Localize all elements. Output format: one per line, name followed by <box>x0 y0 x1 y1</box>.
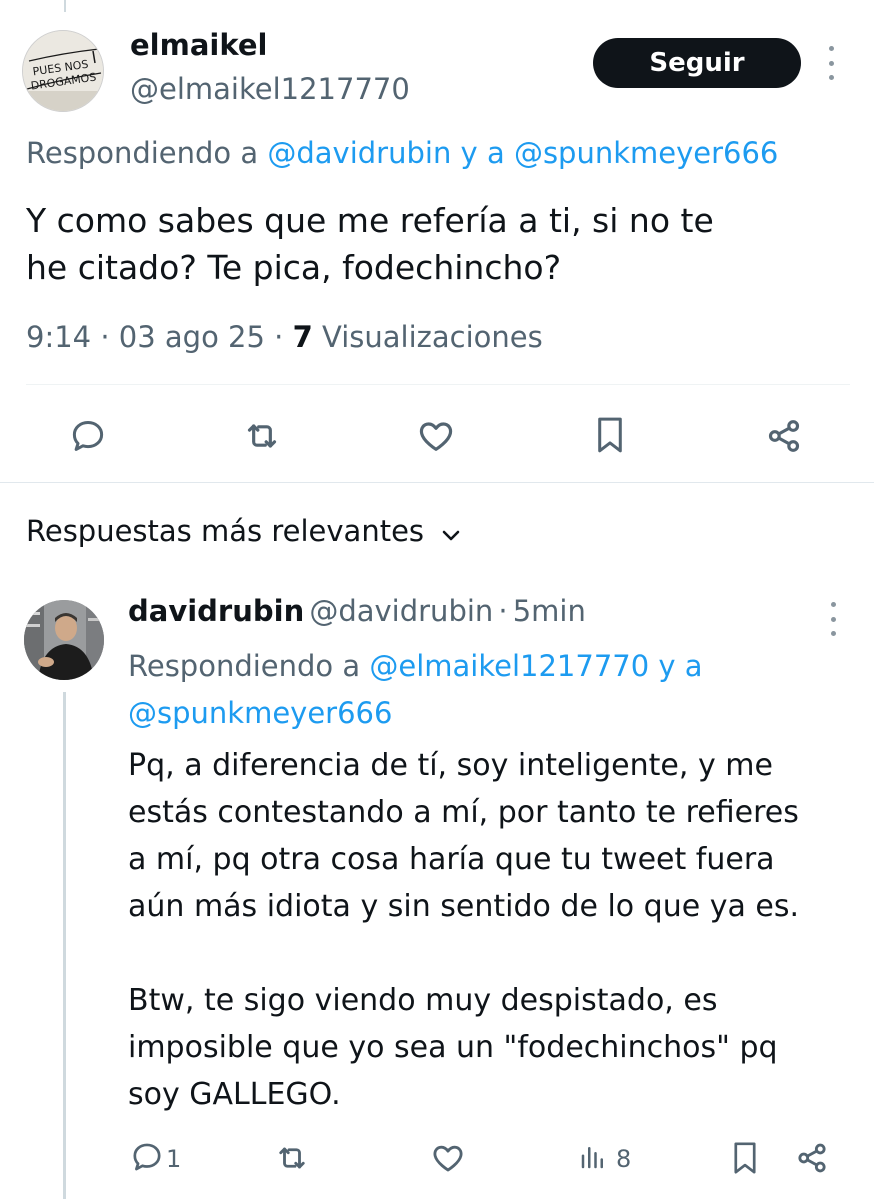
tweet-date[interactable]: 03 ago 25 <box>119 320 265 354</box>
share-icon[interactable] <box>794 1140 830 1176</box>
replying-to: Respondiendo a @davidrubin y a @spunkmey… <box>26 136 778 170</box>
like-icon[interactable] <box>414 414 458 458</box>
replies-sort-label: Respuestas más relevantes <box>26 514 425 548</box>
replying-prefix: Respondiendo a <box>26 136 268 170</box>
reply-views-button[interactable]: 8 <box>578 1142 631 1176</box>
reply-text-line: aún más idiota y sin sentido de lo que y… <box>128 889 800 924</box>
author-avatar[interactable]: PUES NOS DROGAMOS <box>22 30 104 112</box>
mention-elmaikel1217770[interactable]: @elmaikel1217770 <box>369 649 649 683</box>
like-icon[interactable] <box>430 1140 466 1176</box>
mention-spunkmeyer666[interactable]: @spunkmeyer666 <box>128 696 392 730</box>
tweet-text-line: he citado? Te pica, fodechincho? <box>26 248 562 287</box>
reply-text-line: imposible que yo sea un "fodechinchos" p… <box>128 1030 778 1065</box>
tweet-text: Y como sabes que me refería a ti, si no … <box>26 197 714 291</box>
reply-text-line: a mí, pq otra cosa haría que tu tweet fu… <box>128 842 775 877</box>
reply-text-line: Pq, a diferencia de tí, soy inteligente,… <box>128 748 773 783</box>
mention-davidrubin[interactable]: @davidrubin <box>267 136 451 170</box>
reply-text-line <box>128 930 799 977</box>
reply-text-line: soy GALLEGO. <box>128 1077 341 1112</box>
views-count: 7 <box>292 320 313 354</box>
views-icon <box>578 1142 608 1176</box>
author-handle[interactable]: @elmaikel1217770 <box>130 72 410 106</box>
replying-joiner: y a <box>451 136 514 170</box>
bookmark-icon[interactable] <box>588 412 632 458</box>
reply-icon[interactable] <box>66 414 110 458</box>
bookmark-icon[interactable] <box>728 1138 762 1178</box>
section-divider <box>0 482 874 483</box>
reply-reply-button[interactable]: 1 <box>130 1140 181 1178</box>
tweet-meta: 9:14 · 03 ago 25 · 7 Visualizaciones <box>26 320 543 354</box>
reply-author-handle[interactable]: @davidrubin <box>309 594 493 628</box>
follow-button[interactable]: Seguir <box>593 38 801 88</box>
reply-text-line: Btw, te sigo viendo muy despistado, es <box>128 983 718 1018</box>
more-options-icon[interactable] <box>825 46 837 80</box>
chevron-down-icon <box>441 516 461 550</box>
share-icon[interactable] <box>762 414 806 458</box>
avatar-photo <box>24 600 104 680</box>
reply-header: davidrubin @davidrubin · 5min <box>128 594 586 628</box>
reply-text-line: estás contestando a mí, por tanto te ref… <box>128 795 799 830</box>
reply-views-count: 8 <box>616 1145 632 1173</box>
reply-thread-line <box>63 692 66 1199</box>
tweet-time[interactable]: 9:14 <box>26 320 91 354</box>
reply-count: 1 <box>166 1145 182 1173</box>
retweet-icon[interactable] <box>274 1140 310 1176</box>
replying-joiner: y a <box>649 649 703 683</box>
reply-text: Pq, a diferencia de tí, soy inteligente,… <box>128 742 799 1118</box>
reply-author-name[interactable]: davidrubin <box>128 594 304 628</box>
reply-replying-to: Respondiendo a @elmaikel1217770 y a @spu… <box>128 643 703 737</box>
author-name[interactable]: elmaikel <box>130 28 267 62</box>
retweet-icon[interactable] <box>240 414 284 458</box>
reply-time[interactable]: 5min <box>513 594 586 628</box>
reply-icon <box>130 1140 164 1178</box>
views-label: Visualizaciones <box>322 320 543 354</box>
tweet-text-line: Y como sabes que me refería a ti, si no … <box>26 201 714 240</box>
thread-connector-top <box>64 0 66 12</box>
meta-separator: · <box>100 320 110 354</box>
meta-separator: · <box>274 320 284 354</box>
divider <box>26 384 850 385</box>
reply-more-options-icon[interactable] <box>827 602 839 636</box>
replying-prefix: Respondiendo a <box>128 649 370 683</box>
reply-separator: · <box>498 594 508 628</box>
replies-sort-dropdown[interactable]: Respuestas más relevantes <box>26 514 461 550</box>
mention-spunkmeyer666[interactable]: @spunkmeyer666 <box>514 136 778 170</box>
avatar-graffiti-image: PUES NOS DROGAMOS <box>23 31 103 111</box>
reply-author-avatar[interactable] <box>24 600 104 680</box>
